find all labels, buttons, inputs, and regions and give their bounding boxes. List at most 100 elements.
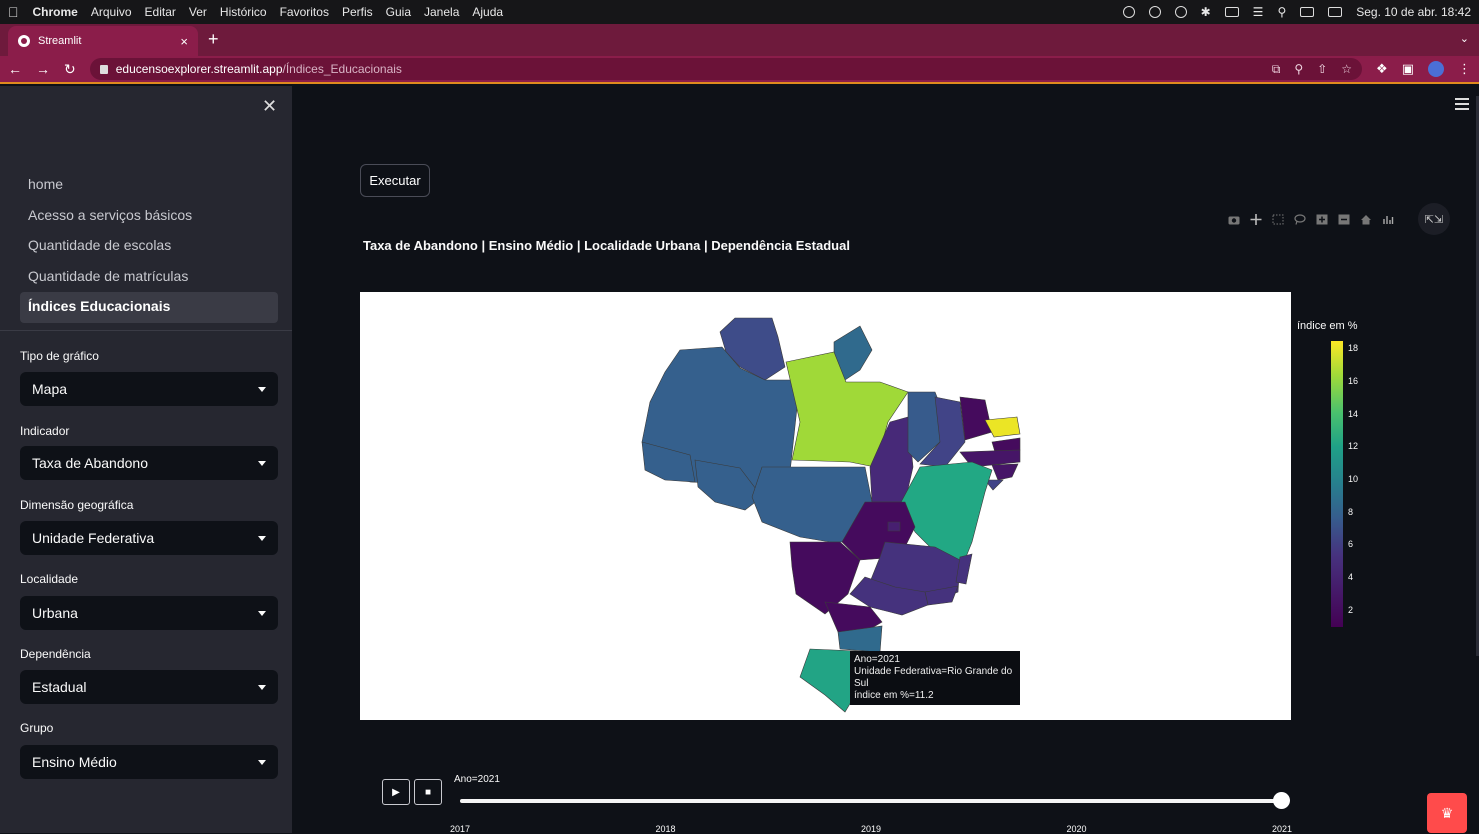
menu-ajuda[interactable]: Ajuda: [472, 5, 503, 19]
activity-icon[interactable]: [1148, 6, 1161, 18]
menu-ver[interactable]: Ver: [189, 5, 207, 19]
side-panel-icon[interactable]: ▣: [1402, 61, 1414, 77]
tab-search-chevron-icon[interactable]: ⌄: [1460, 32, 1469, 45]
sidebar-item-home[interactable]: home: [20, 170, 278, 201]
zoom-icon[interactable]: ⚲: [1294, 62, 1303, 77]
reload-icon[interactable]: ↻: [64, 61, 76, 78]
browser-tab[interactable]: Streamlit ×: [8, 26, 198, 56]
back-arrow-icon[interactable]: ←: [8, 61, 22, 77]
dependencia-value: Estadual: [32, 679, 87, 695]
pan-icon[interactable]: [1250, 214, 1262, 225]
state-mato-grosso-do-sul[interactable]: [789, 541, 861, 615]
chevron-down-icon: [258, 759, 266, 765]
lock-icon[interactable]: [99, 64, 108, 74]
display-icon[interactable]: [1328, 7, 1343, 17]
year-slider-handle[interactable]: [1273, 792, 1290, 809]
bluetooth-icon[interactable]: ✱: [1201, 5, 1211, 19]
indicador-label: Indicador: [20, 424, 70, 438]
streamlit-crown-icon[interactable]: ♛: [1427, 793, 1467, 833]
sidebar-item-acesso-servicos[interactable]: Acesso a serviços básicos: [20, 201, 278, 232]
lasso-select-icon[interactable]: [1294, 214, 1306, 225]
chevron-down-icon: [258, 535, 266, 541]
grupo-select[interactable]: Ensino Médio: [20, 745, 278, 779]
sidebar-close-icon[interactable]: ✕: [262, 96, 277, 117]
chrome-menu-kebab-icon[interactable]: ⋮: [1458, 61, 1471, 77]
sidebar-nav: home Acesso a serviços básicos Quantidad…: [20, 170, 278, 323]
cloud-icon[interactable]: [1122, 6, 1135, 18]
control-center-icon[interactable]: [1300, 7, 1315, 17]
dependencia-select[interactable]: Estadual: [20, 670, 278, 704]
browser-toolbar: ← → ↻ educensoexplorer.streamlit.app/Índ…: [0, 56, 1479, 84]
open-in-app-icon[interactable]: ⧉: [1272, 62, 1281, 77]
dimensao-geografica-value: Unidade Federativa: [32, 530, 155, 546]
plotly-logo-icon[interactable]: [1382, 214, 1394, 225]
menubar-clock[interactable]: Seg. 10 de abr. 18:42: [1356, 5, 1471, 19]
dimensao-geografica-select[interactable]: Unidade Federativa: [20, 521, 278, 555]
chevron-down-icon: [258, 460, 266, 466]
dependencia-label: Dependência: [20, 647, 91, 661]
executar-button[interactable]: Executar: [360, 164, 430, 197]
main-menu-hamburger-icon[interactable]: [1455, 98, 1469, 113]
colorbar-tick-label: 2: [1348, 604, 1354, 615]
state-alagoas[interactable]: [991, 463, 1019, 481]
tooltip-indice: índice em %=11.2: [854, 690, 934, 701]
extensions-puzzle-icon[interactable]: ❖: [1376, 61, 1388, 77]
menu-favoritos[interactable]: Favoritos: [280, 5, 329, 19]
slider-current-label: Ano=2021: [454, 774, 500, 785]
address-bar[interactable]: educensoexplorer.streamlit.app/Índices_E…: [89, 58, 1363, 80]
sidebar-item-quantidade-escolas[interactable]: Quantidade de escolas: [20, 231, 278, 262]
state-distrito-federal[interactable]: [887, 521, 901, 532]
tooltip-uf: Unidade Federativa=Rio Grande do Sul: [854, 666, 1013, 689]
menu-janela[interactable]: Janela: [424, 5, 459, 19]
tab-title: Streamlit: [38, 35, 82, 47]
menu-perfis[interactable]: Perfis: [342, 5, 373, 19]
year-slider-track[interactable]: [460, 799, 1282, 803]
reset-view-home-icon[interactable]: [1360, 214, 1372, 225]
stop-button[interactable]: ■: [414, 779, 442, 805]
zoom-in-icon[interactable]: [1316, 214, 1328, 225]
sidebar: ✕ home Acesso a serviços básicos Quantid…: [0, 86, 292, 833]
menu-arquivo[interactable]: Arquivo: [91, 5, 132, 19]
apple-icon[interactable]: : [8, 4, 19, 20]
sidebar-item-indices-educacionais[interactable]: Índices Educacionais: [20, 292, 278, 323]
map-hover-tooltip: Ano=2021 Unidade Federativa=Rio Grande d…: [850, 651, 1020, 705]
tab-close-icon[interactable]: ×: [180, 34, 188, 49]
menu-historico[interactable]: Histórico: [220, 5, 267, 19]
forward-arrow-icon[interactable]: →: [36, 61, 50, 77]
indicador-select[interactable]: Taxa de Abandono: [20, 446, 278, 480]
share-icon[interactable]: ⇧: [1317, 62, 1327, 77]
wifi-icon[interactable]: ☰: [1253, 5, 1264, 19]
menu-app-name[interactable]: Chrome: [33, 5, 78, 19]
localidade-value: Urbana: [32, 605, 78, 621]
bookmark-star-icon[interactable]: ☆: [1341, 62, 1352, 77]
battery-icon[interactable]: [1224, 7, 1239, 17]
localidade-select[interactable]: Urbana: [20, 596, 278, 630]
chart-title: Taxa de Abandono | Ensino Médio | Locali…: [363, 238, 850, 253]
streamlit-favicon-icon: [18, 35, 30, 47]
menu-editar[interactable]: Editar: [145, 5, 176, 19]
sidebar-divider: [0, 330, 292, 331]
state-ceara[interactable]: [959, 396, 993, 441]
state-rio-grande-do-norte[interactable]: [984, 416, 1021, 438]
colorbar-tick-label: 12: [1348, 441, 1359, 452]
sidebar-item-quantidade-matriculas[interactable]: Quantidade de matrículas: [20, 262, 278, 293]
profile-avatar[interactable]: [1428, 61, 1444, 77]
play-button[interactable]: ▶: [382, 779, 410, 805]
chevron-down-icon: [258, 684, 266, 690]
menubar-status-area: ✱ ☰ ⚲ Seg. 10 de abr. 18:42: [1122, 5, 1471, 19]
indicador-value: Taxa de Abandono: [32, 455, 148, 471]
main-content: Executar ⇱⇲ Taxa de Abandono | Ensino Mé…: [292, 86, 1479, 834]
spotlight-search-icon[interactable]: ⚲: [1277, 5, 1286, 19]
macos-menubar:  Chrome Arquivo Editar Ver Histórico Fa…: [0, 0, 1479, 24]
brazil-choropleth-map[interactable]: [360, 292, 1291, 720]
zoom-out-icon[interactable]: [1338, 214, 1350, 225]
tipo-grafico-select[interactable]: Mapa: [20, 372, 278, 406]
tooltip-ano: Ano=2021: [854, 654, 900, 665]
user-status-icon[interactable]: [1174, 6, 1187, 18]
camera-icon[interactable]: [1228, 214, 1240, 225]
colorbar-tick-label: 8: [1348, 506, 1354, 517]
new-tab-icon[interactable]: +: [208, 29, 219, 50]
box-select-icon[interactable]: [1272, 214, 1284, 225]
menu-guia[interactable]: Guia: [386, 5, 411, 19]
fullscreen-expand-icon[interactable]: ⇱⇲: [1418, 203, 1450, 235]
